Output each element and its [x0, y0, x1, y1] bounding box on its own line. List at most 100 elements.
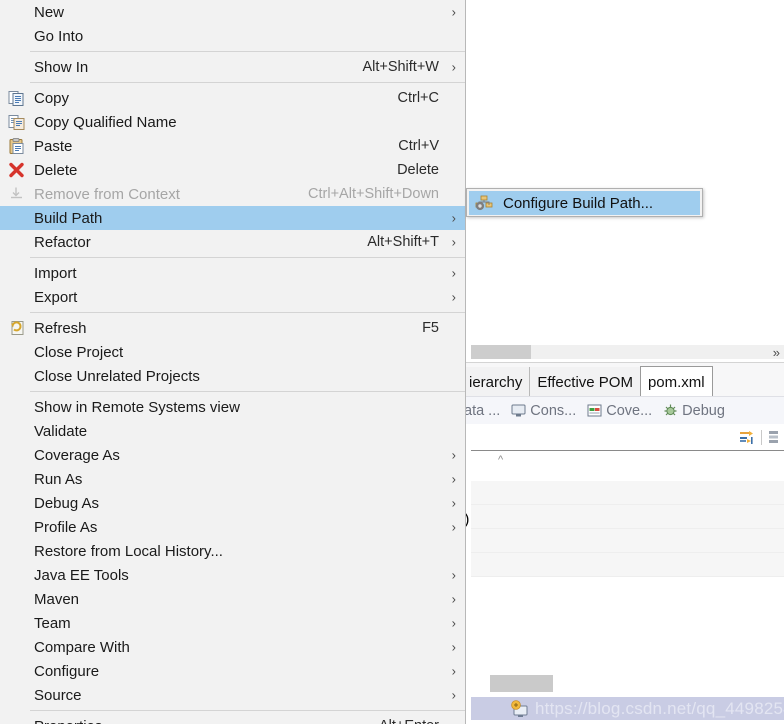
chevron-right-icon: ›: [451, 471, 456, 487]
menu-item-validate[interactable]: Validate: [0, 419, 465, 443]
menu-item-delete[interactable]: Delete Delete: [0, 158, 465, 182]
scroll-lock-icon[interactable]: [738, 430, 755, 445]
watermark-bar: https://blog.csdn.net/qq_44982547: [471, 697, 784, 720]
chevron-right-icon: ›: [451, 265, 456, 281]
remove-context-icon: [8, 186, 25, 203]
menu-separator: [30, 82, 465, 83]
copy-qualified-icon: [8, 114, 25, 131]
menu-item-close-unrelated-projects[interactable]: Close Unrelated Projects: [0, 364, 465, 388]
menu-item-go-into[interactable]: Go Into: [0, 24, 465, 48]
submenu-item-label: Configure Build Path...: [503, 194, 654, 212]
refresh-icon: [8, 320, 25, 337]
menu-item-label: Restore from Local History...: [34, 542, 223, 560]
chevron-right-icon: ›: [451, 289, 456, 305]
chevron-right-icon: ›: [451, 447, 456, 463]
menu-item-show-in-remote-systems-view[interactable]: Show in Remote Systems view: [0, 395, 465, 419]
editor-tab-pom-xml[interactable]: pom.xml: [639, 366, 713, 397]
menu-item-copy[interactable]: Copy Ctrl+C: [0, 86, 465, 110]
menu-item-export[interactable]: Export ›: [0, 285, 465, 309]
chevron-right-icon: ›: [451, 639, 456, 655]
menu-item-copy-qualified-name[interactable]: Copy Qualified Name: [0, 110, 465, 134]
context-menu[interactable]: New › Go Into Show In Alt+Shift+W › Copy Ctrl+C…: [0, 0, 466, 724]
debug-icon: [663, 403, 678, 418]
coverage-icon: [587, 403, 602, 418]
menu-item-shortcut: Ctrl+Alt+Shift+Down: [308, 186, 439, 202]
chevron-right-icon: ›: [451, 663, 456, 679]
editor-tab-effective-pom[interactable]: Effective POM: [529, 367, 640, 397]
menu-item-build-path[interactable]: Build Path ›: [0, 206, 465, 230]
chevron-right-icon: ›: [451, 519, 456, 535]
editor-tab-ierarchy[interactable]: ierarchy: [462, 367, 530, 397]
menu-item-java-ee-tools[interactable]: Java EE Tools ›: [0, 563, 465, 587]
menu-item-label: Configure: [34, 662, 100, 680]
menu-item-configure[interactable]: Configure ›: [0, 659, 465, 683]
view-tab-cove[interactable]: Cove...: [585, 403, 661, 419]
menu-item-team[interactable]: Team ›: [0, 611, 465, 635]
editor-tab-label: Effective POM: [537, 373, 633, 391]
menu-item-coverage-as[interactable]: Coverage As ›: [0, 443, 465, 467]
menu-item-label: Go Into: [34, 27, 84, 45]
status-placeholder-block: [490, 675, 553, 692]
view-tab-debug[interactable]: Debug: [661, 403, 734, 419]
chevron-right-icon: ›: [451, 59, 456, 75]
paste-icon: [8, 138, 25, 155]
build-path-icon: [475, 195, 493, 211]
menu-item-label: Refresh: [34, 319, 87, 337]
menu-item-paste[interactable]: Paste Ctrl+V: [0, 134, 465, 158]
menu-item-shortcut: Ctrl+C: [397, 90, 440, 106]
menu-item-label: Run As: [34, 470, 83, 488]
menu-item-label: Refactor: [34, 233, 91, 251]
view-tab-label: Cove...: [606, 402, 653, 419]
menu-separator: [30, 710, 465, 711]
chevron-right-icon: ›: [451, 687, 456, 703]
chevron-right-icon: ›: [451, 615, 456, 631]
menu-item-profile-as[interactable]: Profile As ›: [0, 515, 465, 539]
menu-item-maven[interactable]: Maven ›: [0, 587, 465, 611]
menu-item-label: Show In: [34, 58, 89, 76]
menu-item-label: Import: [34, 264, 77, 282]
menu-item-remove-from-context[interactable]: Remove from Context Ctrl+Alt+Shift+Down: [0, 182, 465, 206]
clear-console-icon[interactable]: [768, 430, 780, 445]
menu-item-refactor[interactable]: Refactor Alt+Shift+T ›: [0, 230, 465, 254]
editor-hscrollbar-thumb[interactable]: [471, 345, 531, 359]
menu-item-run-as[interactable]: Run As ›: [0, 467, 465, 491]
xml-editor: lName>org. apache. maven. plugins</group…: [462, 0, 784, 352]
menu-item-shortcut: Delete: [397, 162, 439, 178]
menu-item-new[interactable]: New ›: [0, 0, 465, 24]
menu-item-label: Java EE Tools: [34, 566, 129, 584]
menu-item-label: Paste: [34, 137, 73, 155]
menu-separator: [30, 391, 465, 392]
view-tab-cons[interactable]: Cons...: [509, 403, 585, 419]
menu-item-source[interactable]: Source ›: [0, 683, 465, 707]
tab-overflow-chevron[interactable]: »: [773, 346, 780, 359]
menu-separator: [30, 257, 465, 258]
menu-item-label: Source: [34, 686, 82, 704]
menu-item-label: Delete: [34, 161, 78, 179]
menu-item-shortcut: F5: [422, 320, 439, 336]
menu-item-properties[interactable]: Properties Alt+Enter: [0, 714, 465, 724]
menu-item-compare-with[interactable]: Compare With ›: [0, 635, 465, 659]
copy-icon: [8, 90, 25, 107]
view-tab-ata[interactable]: ata ...: [462, 403, 509, 419]
chevron-right-icon: ›: [451, 210, 456, 226]
editor-tab-label: ierarchy: [469, 373, 523, 391]
menu-item-label: Team: [34, 614, 71, 632]
editor-tab-bar: ierarchy Effective POM pom.xml: [462, 362, 784, 397]
menu-item-debug-as[interactable]: Debug As ›: [0, 491, 465, 515]
menu-separator: [30, 312, 465, 313]
menu-item-shortcut: Alt+Shift+T: [367, 234, 439, 250]
menu-item-label: Close Unrelated Projects: [34, 367, 200, 385]
menu-item-configure-build-path[interactable]: Configure Build Path...: [469, 191, 700, 215]
menu-item-label: Maven: [34, 590, 80, 608]
menu-item-label: Properties: [34, 718, 102, 724]
menu-item-import[interactable]: Import ›: [0, 261, 465, 285]
menu-item-restore-from-local-history[interactable]: Restore from Local History...: [0, 539, 465, 563]
view-tab-label: ata ...: [464, 402, 501, 419]
delete-icon: [8, 162, 25, 179]
menu-item-close-project[interactable]: Close Project: [0, 340, 465, 364]
menu-item-label: Show in Remote Systems view: [34, 398, 240, 416]
menu-item-show-in[interactable]: Show In Alt+Shift+W ›: [0, 55, 465, 79]
build-path-submenu[interactable]: Configure Build Path...: [466, 188, 703, 217]
menu-item-label: Compare With: [34, 638, 130, 656]
menu-item-refresh[interactable]: Refresh F5: [0, 316, 465, 340]
